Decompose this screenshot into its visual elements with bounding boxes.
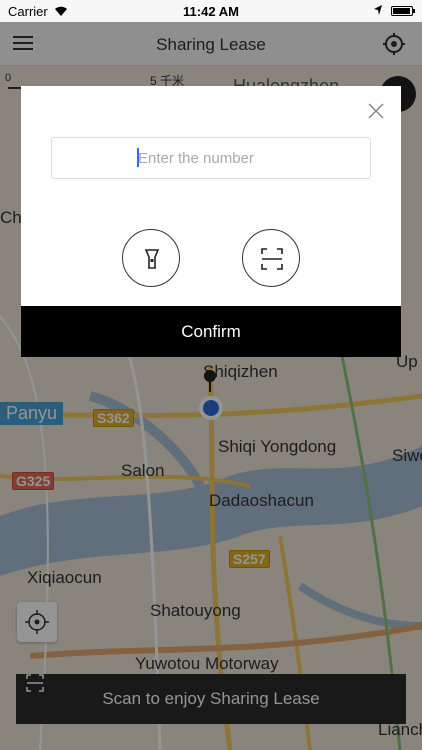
close-icon[interactable] [366, 101, 386, 121]
flashlight-icon [144, 249, 160, 269]
text-caret [137, 148, 139, 167]
location-arrow-icon [374, 5, 382, 15]
battery-icon [391, 6, 415, 16]
clock: 11:42 AM [183, 4, 239, 19]
status-bar: Carrier 11:42 AM [0, 0, 422, 22]
scan-code-button[interactable] [242, 229, 300, 287]
confirm-button[interactable]: Confirm [21, 306, 401, 357]
number-input[interactable] [51, 137, 371, 179]
scan-code-icon [261, 248, 283, 270]
flashlight-button[interactable] [122, 229, 180, 287]
enter-number-dialog: Confirm [21, 86, 401, 357]
